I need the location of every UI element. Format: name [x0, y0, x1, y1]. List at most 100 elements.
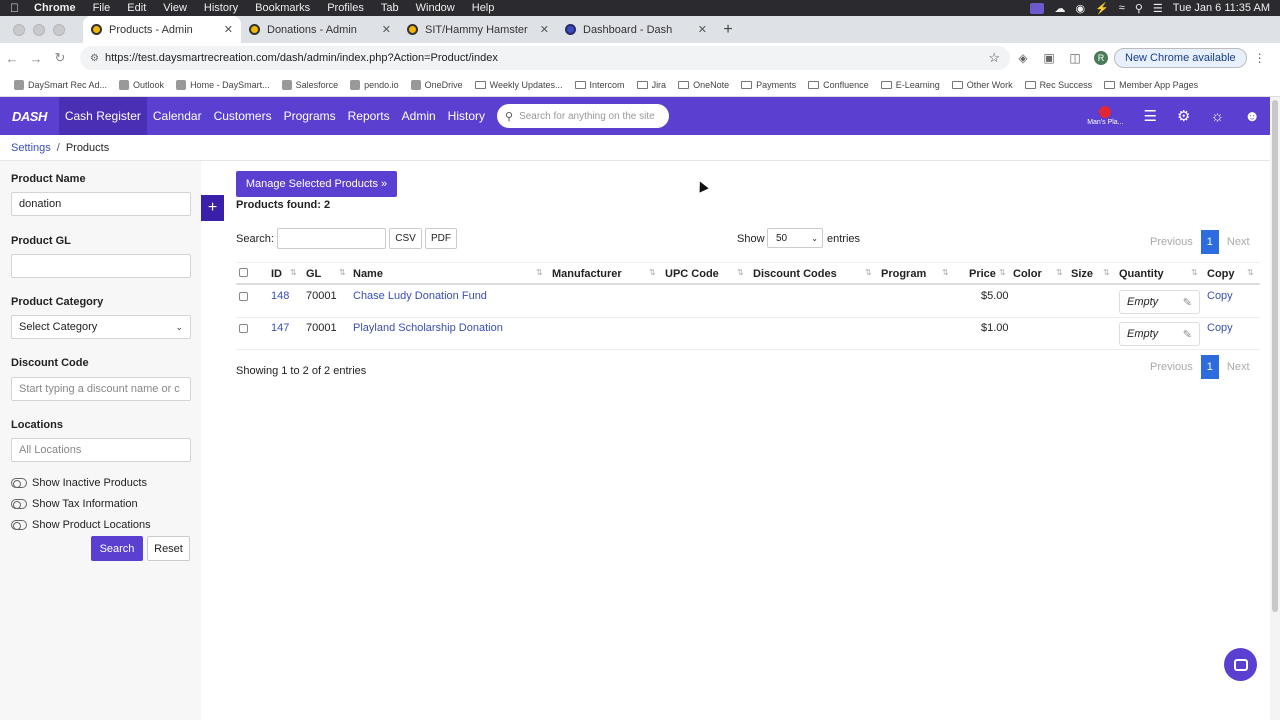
next-page-button[interactable]: Next: [1219, 355, 1258, 379]
nav-customers[interactable]: Customers: [208, 97, 278, 135]
sort-icon[interactable]: ⇅: [536, 268, 543, 277]
product-gl-input[interactable]: [11, 254, 191, 278]
manage-selected-products-button[interactable]: Manage Selected Products »: [236, 171, 397, 197]
toggle-show-locations[interactable]: Show Product Locations: [11, 519, 151, 531]
extension-icon[interactable]: ◈: [1010, 51, 1036, 65]
tab-donations-admin[interactable]: Donations - Admin ✕: [241, 16, 399, 43]
col-upc-code[interactable]: UPC Code: [665, 268, 719, 280]
wifi-icon[interactable]: ≈: [1119, 2, 1125, 14]
tab-products-admin[interactable]: Products - Admin ✕: [83, 16, 241, 43]
sort-icon[interactable]: ⇅: [1191, 268, 1198, 277]
toggle-show-tax[interactable]: Show Tax Information: [11, 498, 138, 510]
site-info-icon[interactable]: ⚙: [90, 53, 99, 64]
tab-dashboard-dash[interactable]: Dashboard - Dash ✕: [557, 16, 715, 43]
nav-programs[interactable]: Programs: [278, 97, 342, 135]
menu-tab[interactable]: Tab: [381, 2, 399, 14]
menu-history[interactable]: History: [204, 2, 238, 14]
lightbulb-icon[interactable]: ☼: [1210, 108, 1224, 125]
toggle-show-inactive[interactable]: Show Inactive Products: [11, 477, 147, 489]
bookmark-folder[interactable]: Confluence: [808, 80, 869, 90]
sort-icon[interactable]: ⇅: [290, 268, 297, 277]
bookmark-folder[interactable]: Other Work: [951, 80, 1013, 90]
bookmark-folder[interactable]: Jira: [636, 80, 666, 90]
product-name-input[interactable]: donation: [11, 192, 191, 216]
add-product-button[interactable]: +: [201, 195, 224, 221]
toggle-switch[interactable]: [11, 520, 27, 530]
col-size[interactable]: Size: [1071, 268, 1093, 280]
bookmark-folder[interactable]: OneNote: [678, 80, 729, 90]
row-checkbox[interactable]: [239, 292, 248, 301]
row-name-link[interactable]: Playland Scholarship Donation: [353, 322, 503, 334]
row-quantity-field[interactable]: Empty ✎: [1119, 322, 1200, 346]
col-price[interactable]: Price: [969, 268, 996, 280]
table-search-input[interactable]: [277, 228, 386, 249]
cloud-icon[interactable]: ☁: [1054, 2, 1065, 15]
sort-icon[interactable]: ⇅: [737, 268, 744, 277]
col-discount-codes[interactable]: Discount Codes: [753, 268, 837, 280]
gear-icon[interactable]: ⚙: [1177, 107, 1190, 125]
bolt-icon[interactable]: ⚡: [1095, 2, 1109, 15]
sort-icon[interactable]: ⇅: [649, 268, 656, 277]
bookmark-item[interactable]: Outlook: [119, 79, 164, 90]
menu-bookmarks[interactable]: Bookmarks: [255, 2, 310, 14]
entries-select[interactable]: 50 ⌄: [767, 228, 823, 248]
col-quantity[interactable]: Quantity: [1119, 268, 1164, 280]
col-id[interactable]: ID: [271, 268, 282, 280]
col-color[interactable]: Color: [1013, 268, 1042, 280]
csv-button[interactable]: CSV: [389, 228, 422, 249]
dash-logo[interactable]: DASH: [0, 109, 59, 124]
toggle-switch[interactable]: [11, 499, 27, 509]
screen-share-icon[interactable]: [1030, 2, 1045, 14]
apple-icon[interactable]: : [10, 1, 24, 15]
product-category-select[interactable]: Select Category ⌄: [11, 315, 191, 339]
nav-reports[interactable]: Reports: [342, 97, 396, 135]
bookmark-folder[interactable]: Intercom: [574, 80, 625, 90]
bookmark-folder[interactable]: Payments: [741, 80, 796, 90]
back-icon[interactable]: ←: [0, 51, 24, 66]
nav-history[interactable]: History: [442, 97, 491, 135]
sort-icon[interactable]: ⇅: [999, 268, 1006, 277]
new-chrome-button[interactable]: New Chrome available: [1114, 48, 1247, 68]
pencil-icon[interactable]: ✎: [1183, 328, 1192, 341]
reload-icon[interactable]: ↻: [48, 50, 72, 66]
close-tab-icon[interactable]: ✕: [224, 23, 233, 36]
nav-calendar[interactable]: Calendar: [147, 97, 208, 135]
sort-icon[interactable]: ⇅: [1056, 268, 1063, 277]
menu-help[interactable]: Help: [472, 2, 495, 14]
sidepanel-icon[interactable]: ◫: [1062, 51, 1088, 65]
col-program[interactable]: Program: [881, 268, 926, 280]
menu-window[interactable]: Window: [416, 2, 455, 14]
bookmark-folder[interactable]: E-Learning: [880, 80, 940, 90]
row-copy-link[interactable]: Copy: [1207, 322, 1233, 334]
row-checkbox[interactable]: [239, 324, 248, 333]
sort-icon[interactable]: ⇅: [942, 268, 949, 277]
row-name-link[interactable]: Chase Ludy Donation Fund: [353, 290, 487, 302]
nav-admin[interactable]: Admin: [396, 97, 442, 135]
bookmark-item[interactable]: Salesforce: [281, 79, 338, 90]
bookmark-star-icon[interactable]: ☆: [988, 50, 1000, 66]
sort-icon[interactable]: ⇅: [339, 268, 346, 277]
breadcrumb-settings-link[interactable]: Settings: [11, 142, 51, 154]
menu-profiles[interactable]: Profiles: [327, 2, 364, 14]
search-icon[interactable]: ⚲: [1135, 2, 1143, 15]
zoom-window-icon[interactable]: [53, 23, 65, 36]
page-scrollbar[interactable]: [1270, 97, 1280, 720]
forward-icon[interactable]: →: [24, 51, 48, 66]
bookmark-folder[interactable]: Member App Pages: [1104, 80, 1198, 90]
row-copy-link[interactable]: Copy: [1207, 290, 1233, 302]
scrollbar-thumb[interactable]: [1272, 100, 1278, 612]
tab-sit-hammy-hamster[interactable]: SIT/Hammy Hamster ✕: [399, 16, 557, 43]
minimize-window-icon[interactable]: [33, 23, 45, 36]
chat-launcher-button[interactable]: [1224, 648, 1257, 681]
select-all-checkbox[interactable]: [239, 268, 248, 277]
pdf-button[interactable]: PDF: [425, 228, 457, 249]
bookmark-folder[interactable]: Weekly Updates...: [474, 80, 563, 90]
search-button[interactable]: Search: [91, 536, 143, 561]
user-icon[interactable]: ☻: [1244, 108, 1260, 125]
previous-page-button[interactable]: Previous: [1142, 355, 1201, 379]
col-gl[interactable]: GL: [306, 268, 321, 280]
close-tab-icon[interactable]: ✕: [698, 23, 707, 36]
page-1-button[interactable]: 1: [1200, 355, 1219, 379]
clock[interactable]: Tue Jan 6 11:35 AM: [1173, 2, 1270, 14]
sort-icon[interactable]: ⇅: [1103, 268, 1110, 277]
